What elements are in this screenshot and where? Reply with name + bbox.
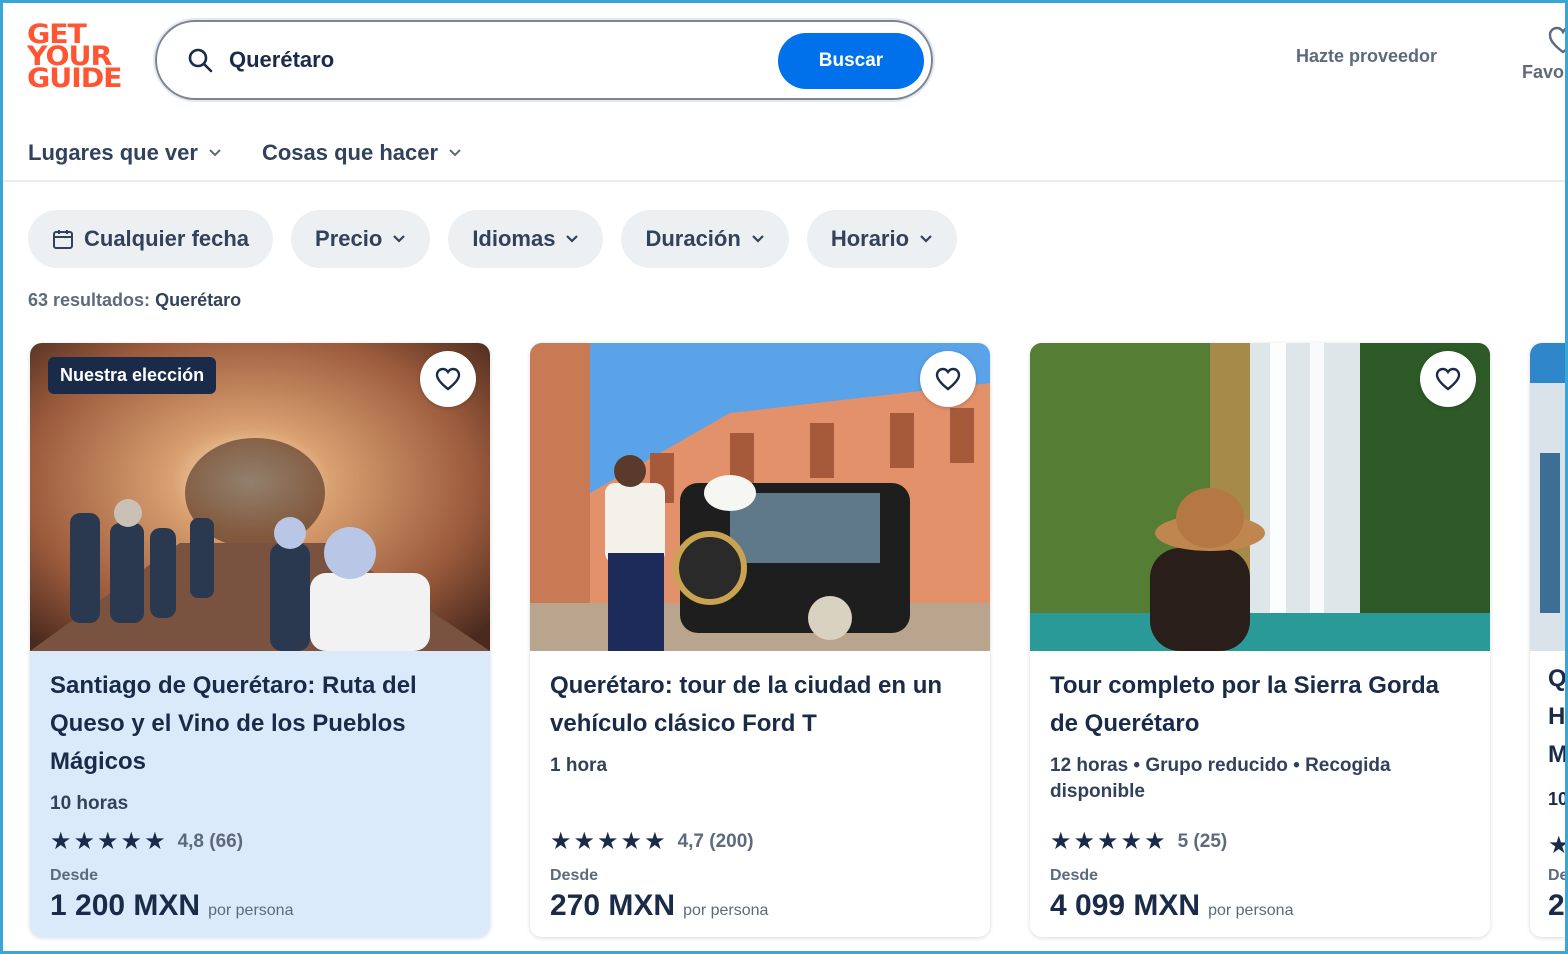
star-rating-icon: ★★★★★ [550,828,668,855]
price-from-label: Desde [550,867,599,884]
star-fragment: ★ [1548,832,1568,859]
activity-title[interactable]: Querétaro: tour de la ciudad en un vehíc… [550,667,970,743]
filter-label: Cualquier fecha [84,226,250,251]
price-unit: por persona [208,902,294,919]
price-unit: por persona [1208,902,1294,919]
price-value: 270 MXN [550,889,676,922]
activity-title[interactable]: Santiago de Querétaro: Ruta del Queso y … [50,667,470,781]
search-input[interactable] [229,40,769,80]
nav-item-label: Cosas que hacer [261,140,439,165]
results-query: Querétaro [155,290,242,310]
title-fragment: H [1548,703,1566,730]
become-provider-link[interactable]: Hazte proveedor [1296,46,1437,67]
price-from-label: Desde [50,867,99,884]
activity-meta: 12 horas • Grupo reducido • Recogida dis… [1050,755,1391,802]
rating-value: 4,8 (66) [177,830,244,852]
logo-line-3: GUIDE [27,63,123,94]
search-icon [188,48,213,73]
filter-label: Precio [315,226,383,251]
filter-bar: Cualquier fecha Precio Idiomas Duración … [28,210,958,268]
favorites-label: Favo [1522,62,1565,82]
price-from-label: Desde [1050,867,1099,884]
activity-card[interactable]: Tour completo por la Sierra Gorda de Que… [1030,343,1490,937]
header-divider [0,180,1568,182]
nav-things-to-do[interactable]: Cosas que hacer [262,140,462,166]
rating-row: ★★★★★ 4,7 (200) [550,827,754,856]
card-body: Querétaro: tour de la ciudad en un vehíc… [530,651,990,779]
activity-card-partial[interactable]: Q H M 10 ★ De 2 [1530,343,1568,937]
calendar-icon [53,230,73,249]
search-button[interactable]: Buscar [778,33,924,89]
search-bar: Buscar [155,20,933,100]
add-to-wishlist-button[interactable] [420,351,476,407]
add-to-wishlist-button[interactable] [920,351,976,407]
activity-meta: 1 hora [550,755,608,776]
filter-price[interactable]: Precio [291,210,431,268]
filter-label: Idiomas [472,226,556,251]
chevron-down-icon [393,235,406,243]
heart-icon [1548,26,1568,54]
results-count-text: 63 resultados: [28,290,151,310]
results-count: 63 resultados: Querétaro [28,290,241,311]
title-fragment: M [1548,741,1568,768]
price-value: 1 200 MXN [50,889,201,922]
price-row: 270 MXN por persona [550,889,768,923]
activity-photo: Nuestra elección [30,343,490,651]
filter-label: Duración [645,226,741,251]
chevron-down-icon [449,149,461,157]
main-nav: Lugares que ver Cosas que hacer [28,140,462,166]
rating-value: 5 (25) [1177,830,1228,852]
star-rating-icon: ★★★★★ [50,828,168,855]
add-to-wishlist-button[interactable] [1420,351,1476,407]
chevron-down-icon [752,235,764,243]
chevron-down-icon [920,235,932,243]
card-body: Tour completo por la Sierra Gorda de Que… [1030,651,1490,805]
activity-photo [530,343,990,651]
price-row: 4 099 MXN por persona [1050,889,1293,923]
rating-row: ★★★★★ 4,8 (66) [50,827,243,856]
filter-duration[interactable]: Duración [621,210,789,268]
favorites-button[interactable]: Favo [1522,26,1568,83]
price-unit: por persona [683,902,769,919]
price-fragment: 2 [1548,889,1565,922]
heart-icon [935,367,961,391]
activity-title[interactable]: Tour completo por la Sierra Gorda de Que… [1050,667,1470,743]
heart-icon [1435,367,1461,391]
heart-icon [435,367,461,391]
filter-label: Horario [830,226,910,251]
from-fragment: De [1548,867,1568,884]
activity-photo [1530,343,1568,651]
nav-item-label: Lugares que ver [28,140,198,165]
price-value: 4 099 MXN [1050,889,1201,922]
filter-date[interactable]: Cualquier fecha [28,210,274,268]
activity-meta: 10 horas [50,793,129,814]
rating-value: 4,7 (200) [677,830,754,852]
activity-card[interactable]: Nuestra elección Santiago de Querétaro: … [30,343,490,937]
card-body: Santiago de Querétaro: Ruta del Queso y … [30,651,490,817]
nav-places-to-see[interactable]: Lugares que ver [28,140,222,166]
activity-card[interactable]: Querétaro: tour de la ciudad en un vehíc… [530,343,990,937]
price-row: 1 200 MXN por persona [50,889,293,923]
filter-languages[interactable]: Idiomas [448,210,604,268]
star-rating-icon: ★★★★★ [1050,828,1168,855]
filter-schedule[interactable]: Horario [806,210,958,268]
our-pick-badge: Nuestra elección [48,357,217,394]
getyourguide-logo[interactable]: GET YOUR GUIDE [27,21,123,92]
meta-fragment: 10 [1548,789,1568,809]
chevron-down-icon [209,149,221,157]
activity-photo [1030,343,1490,651]
title-fragment: Q [1548,665,1567,692]
rating-row: ★★★★★ 5 (25) [1050,827,1227,856]
chevron-down-icon [566,235,579,243]
